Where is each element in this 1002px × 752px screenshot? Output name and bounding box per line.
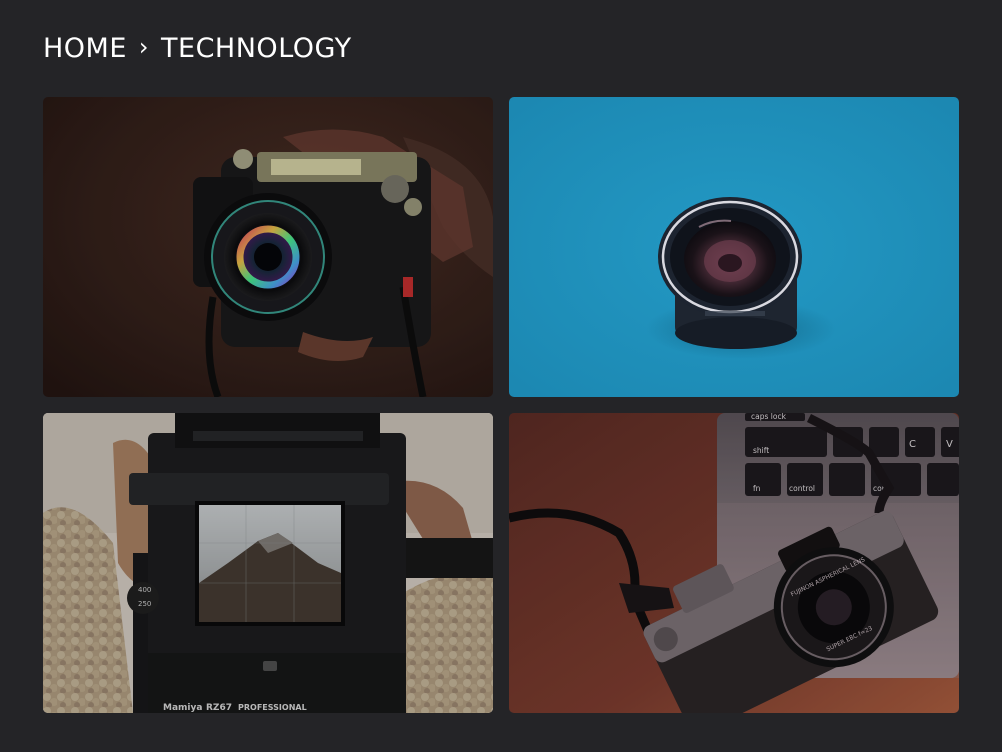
- gallery-image-camera-lens[interactable]: camera-lens-on-blue: [509, 97, 959, 397]
- image-gallery: fujifilm-camera-in-hand: [43, 97, 959, 713]
- page: HOME › TECHNOLOGY 400 250 Mamiya RZ67 PR…: [0, 0, 1002, 752]
- gallery-image-mamiya-rz67[interactable]: 400 250 Mamiya RZ67 PROFESSIONAL mamiya-…: [43, 413, 493, 713]
- camera-on-laptop-image: caps lock shift fn control con C V FUJIN…: [509, 413, 959, 713]
- breadcrumb: HOME › TECHNOLOGY: [43, 31, 352, 65]
- medium-format-camera-image: 400 250 Mamiya RZ67 PROFESSIONAL: [43, 413, 493, 713]
- gallery-image-fujifilm-x100[interactable]: caps lock shift fn control con C V FUJIN…: [509, 413, 959, 713]
- gallery-image-fujifilm-camera[interactable]: fujifilm-camera-in-hand: [43, 97, 493, 397]
- breadcrumb-home-link[interactable]: HOME: [43, 33, 127, 64]
- camera-photo-image: [43, 97, 493, 397]
- lens-photo-image: [509, 97, 959, 397]
- breadcrumb-current: TECHNOLOGY: [161, 32, 352, 64]
- breadcrumb-separator: ›: [138, 33, 150, 61]
